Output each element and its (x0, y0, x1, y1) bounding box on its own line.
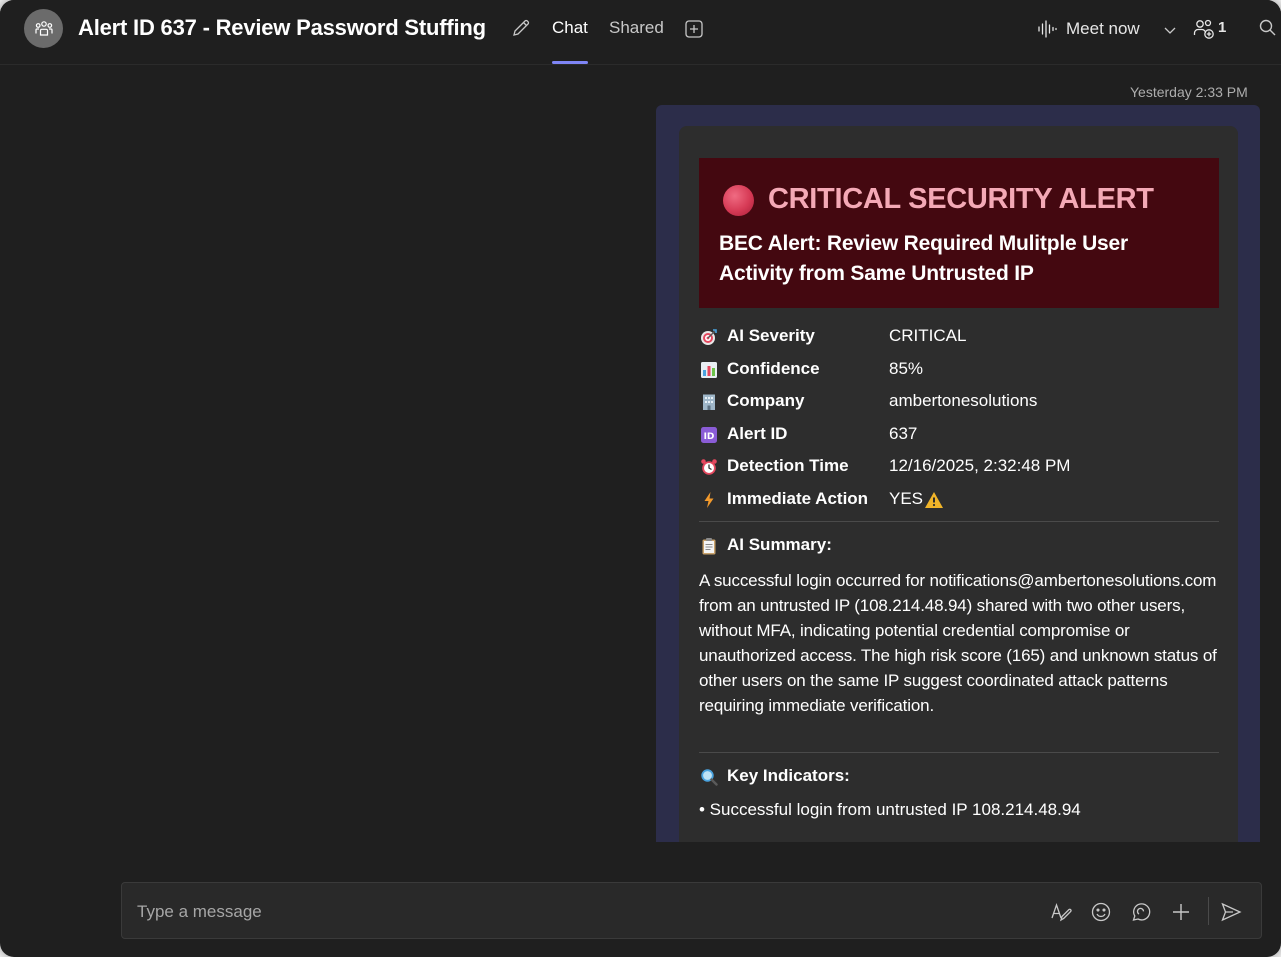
field-alert-id: ID Alert ID 637 (699, 421, 1219, 447)
divider (699, 521, 1219, 522)
alert-heading: CRITICAL SECURITY ALERT (768, 183, 1154, 215)
field-ai-severity: AI Severity CRITICAL (699, 323, 1219, 349)
summary-text: A successful login occurred for notifica… (699, 571, 1217, 715)
field-detection-time: Detection Time 12/16/2025, 2:32:48 PM (699, 453, 1219, 479)
meet-now-button[interactable]: Meet now (1066, 19, 1140, 39)
id-badge-icon: ID (699, 425, 719, 445)
red-circle-icon (723, 185, 754, 216)
target-icon (699, 327, 719, 347)
people-add-icon[interactable] (1192, 17, 1216, 41)
group-avatar-icon[interactable] (24, 9, 63, 48)
message-input[interactable] (137, 901, 937, 923)
divider (699, 752, 1219, 753)
svg-text:ID: ID (704, 432, 715, 442)
add-tab-icon[interactable] (684, 19, 704, 39)
alarm-clock-icon (699, 457, 719, 477)
participant-count: 1 (1218, 19, 1227, 36)
magnifier-icon (699, 767, 719, 787)
warning-icon (925, 492, 943, 508)
search-icon[interactable] (1258, 18, 1278, 38)
meet-waveform-icon[interactable] (1036, 18, 1058, 40)
chat-header: Alert ID 637 - Review Password Stuffing … (0, 0, 1281, 65)
summary-heading: AI Summary: (699, 532, 1219, 558)
field-immediate-action: Immediate Action YES (699, 486, 1219, 512)
message-timestamp: Yesterday 2:33 PM (1130, 84, 1248, 100)
teams-chat-window: Alert ID 637 - Review Password Stuffing … (0, 0, 1281, 957)
bar-chart-icon (699, 360, 719, 380)
tab-chat[interactable]: Chat (552, 18, 588, 38)
emoji-icon[interactable] (1090, 901, 1112, 923)
plus-icon[interactable] (1170, 901, 1192, 923)
send-icon[interactable] (1220, 901, 1242, 923)
compose-separator (1208, 897, 1209, 925)
chat-title: Alert ID 637 - Review Password Stuffing (78, 15, 486, 40)
chevron-down-icon[interactable] (1162, 22, 1178, 38)
indicator-item: • Successful login from untrusted IP 108… (699, 800, 1081, 819)
tab-shared[interactable]: Shared (609, 18, 664, 38)
field-company: Company ambertonesolutions (699, 388, 1219, 414)
field-confidence: Confidence 85% (699, 356, 1219, 382)
edit-pencil-icon[interactable] (510, 17, 532, 39)
office-building-icon (699, 392, 719, 412)
active-tab-indicator (552, 61, 588, 64)
alert-subtitle: BEC Alert: Review Required Mulitple User… (719, 232, 1128, 285)
alert-banner: CRITICAL SECURITY ALERT BEC Alert: Revie… (699, 158, 1219, 308)
loop-icon[interactable] (1130, 901, 1152, 923)
indicators-heading: Key Indicators: (699, 763, 1219, 789)
message-bubble[interactable]: CRITICAL SECURITY ALERT BEC Alert: Revie… (656, 105, 1260, 842)
alert-card: CRITICAL SECURITY ALERT BEC Alert: Revie… (679, 126, 1238, 842)
clipboard-icon (699, 536, 719, 556)
format-icon[interactable] (1050, 901, 1072, 923)
compose-box (121, 882, 1262, 939)
lightning-icon (699, 490, 719, 510)
